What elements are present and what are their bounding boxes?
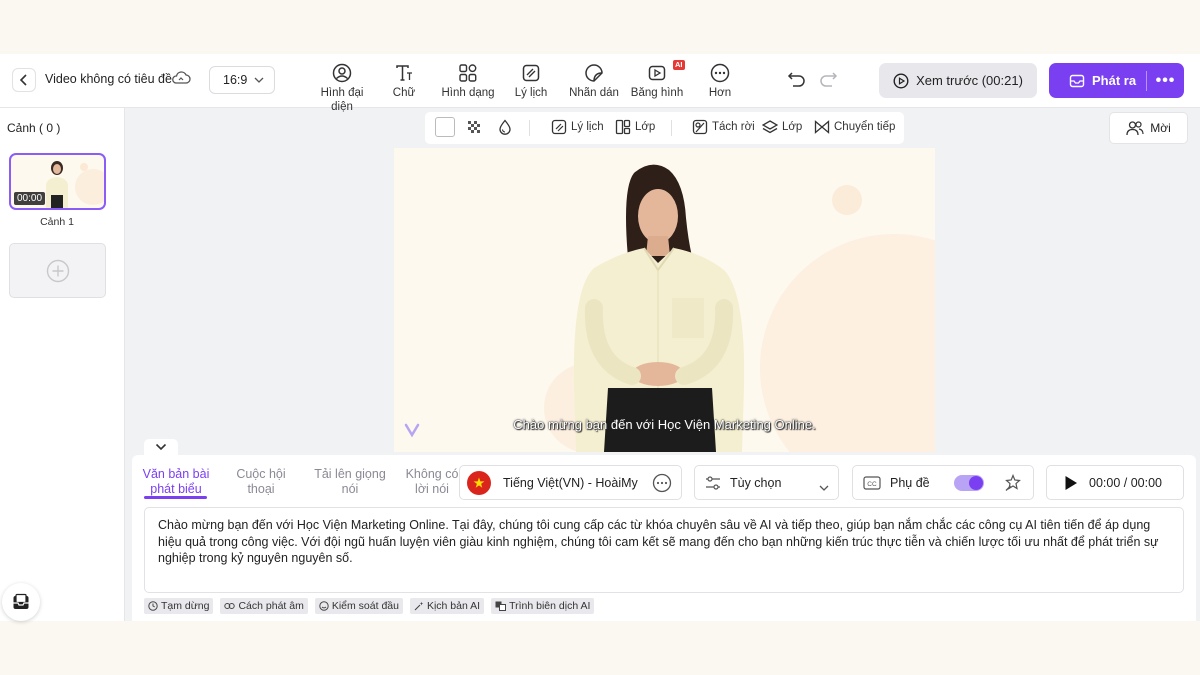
play-circle-icon — [893, 72, 909, 89]
layout-icon — [615, 119, 631, 135]
svg-text:CC: CC — [867, 481, 877, 488]
video-icon: AI — [647, 60, 685, 84]
publish-more-icon[interactable]: ••• — [1147, 72, 1184, 88]
smile-icon — [319, 601, 329, 611]
tab-dialogue[interactable]: Cuộc hội thoại — [230, 467, 292, 497]
layers-icon — [762, 120, 778, 134]
color-swatch[interactable] — [435, 117, 455, 137]
plus-circle-icon — [46, 259, 69, 282]
tool-avatar[interactable]: Hình đại diện — [318, 62, 366, 114]
tool-sticker[interactable]: Nhãn dán — [568, 62, 620, 100]
sparkle-wand-icon — [414, 601, 424, 611]
clock-icon — [148, 601, 158, 611]
voice-select[interactable]: Tiếng Việt(VN) - HoàiMy — [459, 465, 682, 500]
undo-icon[interactable] — [787, 70, 807, 91]
transparency-icon[interactable] — [466, 119, 482, 135]
tab-no-speech[interactable]: Không có lời nói — [402, 467, 462, 497]
text-icon — [394, 62, 414, 84]
magic-wand-icon[interactable] — [1004, 473, 1022, 495]
collapse-panel-button[interactable] — [144, 439, 178, 455]
active-tab-indicator — [144, 496, 207, 499]
cc-icon: CC — [863, 475, 881, 490]
ai-script-chip[interactable]: Kịch bản AI — [409, 598, 485, 614]
ai-translator-chip[interactable]: Trình biên dịch AI — [491, 598, 595, 614]
publish-icon — [1069, 74, 1085, 87]
transition-icon — [814, 120, 830, 134]
sliders-icon — [705, 475, 721, 491]
inbox-button[interactable] — [2, 583, 40, 621]
vietnam-flag-icon — [467, 470, 491, 495]
shapes-icon — [458, 62, 478, 84]
scene-label: Cảnh 1 — [40, 216, 74, 228]
link-icon — [224, 603, 236, 609]
subtitles-toggle[interactable] — [954, 475, 984, 491]
tab-script[interactable]: Văn bản bài phát biểu — [142, 467, 210, 497]
opacity-drop-icon[interactable] — [497, 119, 513, 135]
transition-tool[interactable]: Chuyển tiếp — [814, 119, 895, 135]
preview-button[interactable]: Xem trước (00:21) — [879, 63, 1037, 98]
voice-label: Tiếng Việt(VN) - HoàiMy — [503, 475, 638, 490]
chevron-down-icon — [155, 443, 167, 451]
redo-icon[interactable] — [818, 70, 838, 91]
invite-button[interactable]: Mời — [1109, 112, 1188, 144]
translate-icon — [495, 601, 507, 611]
aspect-ratio-select[interactable]: 16:9 — [209, 66, 275, 94]
tool-text[interactable]: Chữ — [388, 62, 420, 100]
inbox-icon — [13, 593, 29, 609]
options-select[interactable]: Tùy chọn — [694, 465, 839, 500]
head-control-chip[interactable]: Kiểm soát đầu — [314, 598, 403, 614]
layer-order-tool[interactable]: Lớp — [762, 119, 802, 135]
sticker-icon — [584, 62, 604, 84]
more-icon — [710, 62, 730, 84]
subtitles-control: CC Phụ đề — [852, 465, 1034, 500]
script-panel: Văn bản bài phát biểu Cuộc hội thoại Tải… — [132, 455, 1196, 621]
detach-tool[interactable]: Tách rời — [692, 119, 755, 135]
scenes-panel: Cảnh ( 0 ) 00:00 Cảnh 1 — [0, 108, 125, 621]
playback-control[interactable]: 00:00 / 00:00 — [1046, 465, 1184, 500]
tool-shapes[interactable]: Hình dạng — [440, 62, 496, 100]
tab-upload-voice[interactable]: Tải lên giọng nói — [312, 467, 388, 497]
background-icon — [521, 62, 541, 84]
ai-badge: AI — [673, 60, 685, 70]
tool-video[interactable]: AI Băng hình — [630, 60, 685, 100]
users-icon — [1126, 121, 1144, 136]
chevron-left-icon — [19, 74, 27, 86]
pause-chip[interactable]: Tạm dừng — [144, 598, 214, 614]
avatar-icon — [332, 62, 352, 84]
pronunciation-chip[interactable]: Cách phát âm — [220, 598, 308, 614]
play-icon[interactable] — [1064, 475, 1078, 491]
tool-background[interactable]: Lý lịch — [513, 62, 549, 100]
scene-thumbnail[interactable]: 00:00 — [9, 153, 106, 210]
background-icon — [551, 119, 567, 135]
editor-app: Video không có tiêu đề 16:9 Hình đại diệ… — [0, 54, 1200, 621]
voice-more-icon[interactable] — [652, 473, 672, 496]
playback-time: 00:00 / 00:00 — [1089, 475, 1162, 490]
back-button[interactable] — [12, 68, 36, 92]
add-scene-button[interactable] — [9, 243, 106, 298]
scene-time: 00:00 — [14, 192, 46, 205]
caption-text: Chào mừng bạn đến với Học Viện Marketing… — [513, 417, 816, 432]
detach-icon — [692, 119, 708, 135]
tool-more[interactable]: Hơn — [705, 62, 735, 100]
script-tools: Tạm dừng Cách phát âm Kiểm soát đầu Kịch… — [144, 598, 595, 614]
canvas-toolbar: Lý lịch Lớp Tách rời Lớp Chuyển tiếp — [425, 112, 904, 144]
chevron-down-icon — [819, 480, 829, 494]
video-title[interactable]: Video không có tiêu đề — [45, 72, 172, 86]
video-canvas[interactable]: Chào mừng bạn đến với Học Viện Marketing… — [394, 148, 935, 452]
aspect-ratio-value: 16:9 — [223, 73, 248, 87]
scenes-title: Cảnh ( 0 ) — [7, 121, 61, 135]
layer-tool[interactable]: Lớp — [615, 119, 655, 135]
publish-button[interactable]: Phát ra ••• — [1049, 63, 1184, 98]
script-textarea[interactable]: Chào mừng bạn đến với Học Viện Marketing… — [144, 507, 1184, 593]
avatar-presenter-image — [544, 164, 935, 452]
cloud-sync-icon — [171, 70, 191, 89]
top-header: Video không có tiêu đề 16:9 Hình đại diệ… — [0, 54, 1200, 113]
background-tool[interactable]: Lý lịch — [551, 119, 604, 135]
chevron-down-icon — [254, 77, 264, 83]
